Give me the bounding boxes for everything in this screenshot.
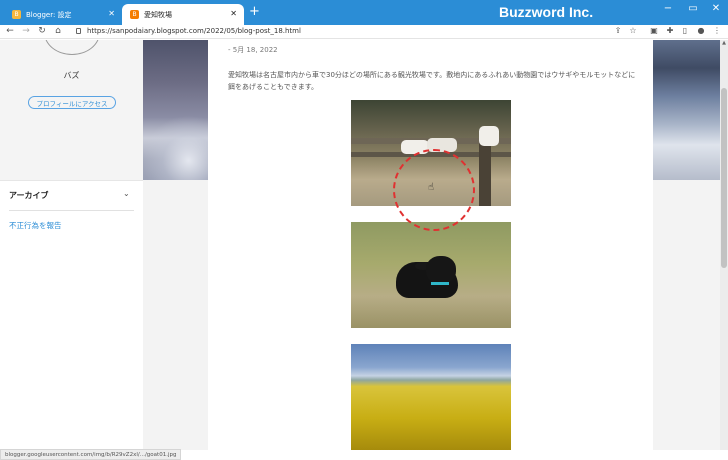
black-lamb-photo[interactable] — [351, 222, 511, 328]
tab-title: 愛知牧場 — [144, 10, 172, 19]
status-bar-url: blogger.googleusercontent.com/img/b/R29v… — [0, 449, 182, 460]
restore-icon[interactable]: ▭ — [686, 3, 700, 14]
tab-aichi-farm[interactable]: B 愛知牧場 ✕ — [122, 4, 244, 25]
web-page: バズ プロフィールにアクセス アーカイブ ⌄ 不正行為を報告 - 5月 18, … — [0, 40, 720, 450]
forward-arrow-icon[interactable]: → — [20, 25, 32, 37]
profile-access-button[interactable]: プロフィールにアクセス — [28, 96, 116, 109]
goat-figure — [479, 126, 499, 146]
lamb-head — [426, 256, 456, 284]
address-bar[interactable]: https://sanpodaiary.blogspot.com/2022/05… — [70, 25, 646, 37]
brand-watermark: Buzzword Inc. — [499, 4, 594, 20]
puzzle-icon[interactable]: ✚ — [664, 25, 676, 37]
profile-name: バズ — [63, 71, 80, 80]
post-body: 愛知牧場は名古屋市内から車で30分ほどの場所にある観光牧場です。敷地内にあるふれ… — [228, 71, 636, 91]
report-abuse-link[interactable]: 不正行為を報告 — [9, 220, 62, 231]
lamb-collar — [431, 282, 449, 285]
blogger-favicon-icon: B — [130, 10, 139, 19]
scroll-up-icon[interactable]: ▲ — [720, 40, 728, 48]
tab-blogger-settings[interactable]: B Blogger: 設定 ✕ — [4, 4, 122, 25]
kebab-menu-icon[interactable]: ⋮ — [711, 25, 723, 37]
scroll-thumb[interactable] — [721, 88, 727, 268]
post-date: - 5月 18, 2022 — [228, 46, 278, 54]
address-url: https://sanpodaiary.blogspot.com/2022/05… — [87, 27, 301, 35]
background-mountain-image-right — [653, 40, 720, 180]
home-icon[interactable]: ⌂ — [52, 25, 64, 37]
tab-close-icon[interactable]: ✕ — [230, 9, 237, 19]
share-icon[interactable]: ⇪ — [612, 25, 624, 37]
sidebar: バズ プロフィールにアクセス アーカイブ ⌄ 不正行為を報告 — [0, 40, 143, 450]
new-tab-button[interactable]: + — [249, 5, 260, 19]
browser-toolbar: ← → ↻ ⌂ https://sanpodaiary.blogspot.com… — [0, 25, 728, 39]
back-arrow-icon[interactable]: ← — [4, 25, 16, 37]
divider — [9, 210, 134, 211]
extension-icon[interactable]: ▣ — [648, 25, 660, 37]
lock-icon[interactable] — [76, 28, 81, 34]
reload-icon[interactable]: ↻ — [36, 25, 48, 37]
avatar[interactable] — [44, 40, 100, 55]
person-icon[interactable]: ● — [695, 25, 707, 37]
scrollbar[interactable]: ▲ — [720, 40, 728, 450]
sidepanel-icon[interactable]: ▯ — [679, 25, 691, 37]
close-window-icon[interactable]: ✕ — [709, 3, 723, 14]
blogger-favicon-icon: B — [12, 10, 21, 19]
star-icon[interactable]: ☆ — [627, 25, 639, 37]
rapeseed-field-photo[interactable] — [351, 344, 511, 450]
background-desert-image-left — [143, 40, 208, 180]
tab-close-icon[interactable]: ✕ — [108, 9, 115, 19]
minimize-icon[interactable]: − — [661, 3, 675, 14]
hand-pointer-icon: ☝ — [428, 182, 435, 193]
chevron-down-icon[interactable]: ⌄ — [123, 189, 130, 198]
archive-label[interactable]: アーカイブ — [9, 190, 49, 201]
browser-titlebar: B Blogger: 設定 ✕ B 愛知牧場 ✕ + Buzzword Inc.… — [0, 0, 728, 25]
tab-title: Blogger: 設定 — [26, 10, 72, 19]
